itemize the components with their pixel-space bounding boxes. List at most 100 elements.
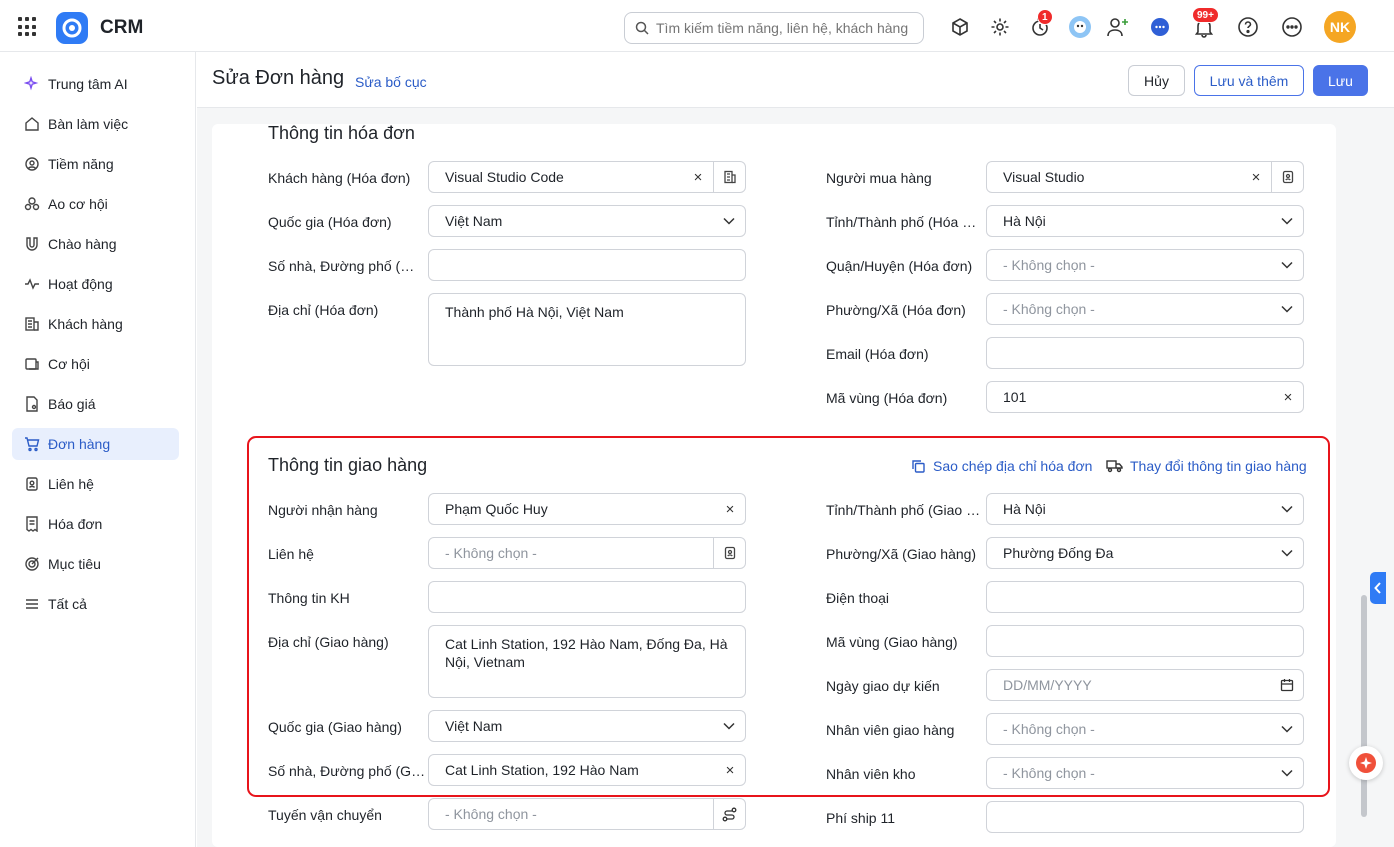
invoice-ward-select[interactable]: - Không chọn - <box>986 293 1304 325</box>
shipping-section-title: Thông tin giao hàng <box>268 455 428 475</box>
warehouse-staff-select[interactable]: - Không chọn - <box>986 757 1304 789</box>
ai-assistant-button[interactable] <box>1349 746 1383 780</box>
route-icon[interactable] <box>713 799 745 829</box>
clear-icon[interactable]: × <box>715 501 745 518</box>
sidebar: Trung tâm AI Bàn làm việc Tiềm năng Ao c… <box>0 52 196 847</box>
shipping-street-input[interactable]: Cat Linh Station, 192 Hào Nam × <box>428 754 746 786</box>
scrollbar-thumb[interactable] <box>1361 595 1367 817</box>
building-lookup-icon[interactable] <box>713 162 745 192</box>
mascot-avatar-icon[interactable] <box>1067 14 1093 40</box>
clear-icon[interactable]: × <box>683 169 713 186</box>
sidebar-item-customers[interactable]: Khách hàng <box>12 308 179 340</box>
sidebar-item-label: Liên hệ <box>48 476 94 492</box>
save-button[interactable]: Lưu <box>1313 65 1368 96</box>
copy-invoice-address-button[interactable]: Sao chép địa chỉ hóa đơn <box>911 458 1092 474</box>
field-label: Quận/Huyện (Hóa đơn) <box>826 258 973 274</box>
shipper-select[interactable]: - Không chọn - <box>986 713 1304 745</box>
invoice-district-select[interactable]: - Không chọn - <box>986 249 1304 281</box>
package-search-icon[interactable] <box>947 14 973 40</box>
field-label: Số nhà, Đường phố (Hóa đơn) <box>268 258 424 274</box>
field-label: Số nhà, Đường phố (Giao hàng) <box>268 763 426 779</box>
collapse-panel-tab[interactable] <box>1370 572 1386 604</box>
shipping-ward-select[interactable]: Phường Đống Đa <box>986 537 1304 569</box>
chat-icon[interactable] <box>1147 14 1173 40</box>
settings-gear-icon[interactable] <box>987 14 1013 40</box>
global-search[interactable] <box>624 12 924 44</box>
recipient-input[interactable]: Phạm Quốc Huy × <box>428 493 746 525</box>
save-and-add-button[interactable]: Lưu và thêm <box>1194 65 1304 96</box>
sidebar-item-workspace[interactable]: Bàn làm việc <box>12 108 179 140</box>
field-label: Địa chỉ (Giao hàng) <box>268 634 389 650</box>
shipping-area-code-input[interactable] <box>986 625 1304 657</box>
invoice-country-select[interactable]: Việt Nam <box>428 205 746 237</box>
shipping-province-select[interactable]: Hà Nội <box>986 493 1304 525</box>
help-icon[interactable] <box>1235 14 1261 40</box>
chevron-down-icon <box>1271 725 1303 733</box>
sidebar-item-opportunity-pool[interactable]: Ao cơ hội <box>12 188 179 220</box>
shipping-contact-field[interactable]: - Không chọn - <box>428 537 746 569</box>
home-icon <box>25 117 39 131</box>
field-label: Điện thoại <box>826 590 890 606</box>
user-avatar[interactable]: NK <box>1324 11 1356 43</box>
invoice-icon <box>26 516 38 532</box>
sidebar-item-activities[interactable]: Hoạt động <box>12 268 179 300</box>
invoice-province-select[interactable]: Hà Nội <box>986 205 1304 237</box>
sidebar-item-label: Báo giá <box>48 396 96 412</box>
contact-icon <box>26 477 38 491</box>
sidebar-item-goals[interactable]: Mục tiêu <box>12 548 179 580</box>
sidebar-item-offers[interactable]: Chào hàng <box>12 228 179 260</box>
sidebar-item-contacts[interactable]: Liên hệ <box>12 468 179 500</box>
field-label: Phường/Xã (Hóa đơn) <box>826 302 966 318</box>
phone-input[interactable] <box>986 581 1304 613</box>
invoice-email-input[interactable] <box>986 337 1304 369</box>
quote-doc-icon <box>26 396 38 412</box>
copy-icon <box>912 459 925 473</box>
route-select[interactable]: - Không chọn - <box>428 798 746 830</box>
chevron-down-icon <box>1271 505 1303 513</box>
shipping-country-select[interactable]: Việt Nam <box>428 710 746 742</box>
search-input[interactable] <box>656 20 916 36</box>
invoice-street-input[interactable] <box>428 249 746 281</box>
chevron-down-icon <box>1271 261 1303 269</box>
shipping-address-textarea[interactable]: Cat Linh Station, 192 Hào Nam, Đống Đa, … <box>428 625 746 698</box>
sidebar-item-ai-center[interactable]: Trung tâm AI <box>12 68 179 100</box>
field-label: Thông tin KH <box>268 590 350 606</box>
contact-lookup-icon[interactable] <box>1271 162 1303 192</box>
field-label: Ngày giao dự kiến <box>826 678 940 694</box>
cancel-button[interactable]: Hủy <box>1128 65 1185 96</box>
clear-icon[interactable]: × <box>1273 389 1303 406</box>
edit-layout-link[interactable]: Sửa bố cục <box>355 74 427 90</box>
clear-icon[interactable]: × <box>715 762 745 779</box>
ship-fee-input[interactable] <box>986 801 1304 833</box>
sidebar-item-all[interactable]: Tất cả <box>12 588 179 620</box>
contact-lookup-icon[interactable] <box>713 538 745 568</box>
chevron-down-icon <box>1271 305 1303 313</box>
sidebar-item-deals[interactable]: Cơ hội <box>12 348 179 380</box>
sidebar-item-label: Hoạt động <box>48 276 113 292</box>
chevron-down-icon <box>713 722 745 730</box>
money-icon <box>25 358 39 370</box>
more-options-icon[interactable] <box>1279 14 1305 40</box>
change-shipping-info-button[interactable]: Thay đổi thông tin giao hàng <box>1106 458 1307 474</box>
crm-logo[interactable] <box>56 12 88 44</box>
sidebar-item-label: Bàn làm việc <box>48 116 129 132</box>
sidebar-item-invoices[interactable]: Hóa đơn <box>12 508 179 540</box>
expected-date-input[interactable]: DD/MM/YYYY <box>986 669 1304 701</box>
sidebar-item-label: Tất cả <box>48 596 87 612</box>
invoice-customer-field[interactable]: Visual Studio Code × <box>428 161 746 193</box>
field-label: Phí ship 11 <box>826 810 896 826</box>
ai-sparkle-icon <box>1356 753 1376 773</box>
invoice-buyer-field[interactable]: Visual Studio × <box>986 161 1304 193</box>
sidebar-item-leads[interactable]: Tiềm năng <box>12 148 179 180</box>
add-user-icon[interactable] <box>1105 14 1131 40</box>
invoice-address-textarea[interactable]: Thành phố Hà Nội, Việt Nam <box>428 293 746 366</box>
invoice-area-code-input[interactable]: 101 × <box>986 381 1304 413</box>
chevron-down-icon <box>1271 549 1303 557</box>
customer-info-input[interactable] <box>428 581 746 613</box>
field-label: Liên hệ <box>268 546 314 562</box>
sidebar-item-orders[interactable]: Đơn hàng <box>12 428 179 460</box>
clear-icon[interactable]: × <box>1241 169 1271 186</box>
sidebar-item-quotes[interactable]: Báo giá <box>12 388 179 420</box>
app-launcher-icon[interactable] <box>18 17 38 37</box>
calendar-icon[interactable] <box>1271 678 1303 692</box>
